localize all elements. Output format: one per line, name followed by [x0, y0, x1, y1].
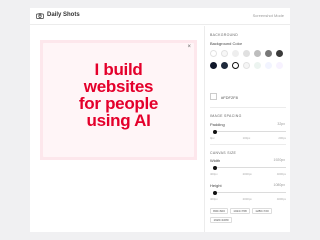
width-value: 1920px — [273, 158, 285, 162]
hex-color-input[interactable]: #FDF2F8 — [221, 95, 238, 100]
canvas-size-section-title: CANVAS SIZE — [210, 151, 237, 155]
height-value: 1080px — [273, 183, 285, 187]
tick-label: 4000px — [276, 172, 286, 176]
preset-1024x768-button[interactable]: 1024×768 — [230, 208, 250, 214]
screenshot-mode-link[interactable]: Screenshot Mode — [253, 13, 284, 18]
headline-line: I build — [94, 60, 143, 79]
background-color-label: Background Color — [210, 41, 243, 46]
settings-panel: BACKGROUND Background Color #FDF2F8 IMAG… — [204, 26, 290, 232]
tick-label: 4000px — [276, 197, 286, 201]
padding-ticks: 0px 100px 200px — [210, 136, 286, 140]
preset-1920x1080-button[interactable]: 1920×1080 — [210, 217, 232, 223]
tick-label: 200px — [278, 136, 286, 140]
headline: I build websites for people using AI — [43, 61, 194, 129]
color-swatch[interactable] — [265, 62, 272, 69]
height-label: Height — [210, 183, 222, 188]
padding-slider-track[interactable] — [215, 131, 286, 132]
app-window: Daily Shots Screenshot Mode × I build we… — [30, 8, 290, 232]
close-icon[interactable]: × — [187, 44, 191, 50]
tick-label: 100px — [242, 136, 251, 140]
color-swatch[interactable] — [210, 62, 217, 69]
app-title: Daily Shots — [47, 12, 80, 18]
preset-800x600-button[interactable]: 800×600 — [210, 208, 228, 214]
headline-line: for people — [78, 94, 159, 113]
color-swatch[interactable] — [232, 50, 239, 57]
top-bar: Daily Shots Screenshot Mode — [30, 8, 290, 25]
tick-label: 0px — [210, 136, 215, 140]
height-slider-thumb[interactable] — [213, 190, 218, 195]
color-swatch[interactable] — [265, 50, 272, 57]
color-swatch[interactable] — [243, 62, 250, 69]
preview-image: × I build websites for people using AI — [43, 43, 194, 157]
color-swatch[interactable] — [210, 50, 217, 57]
tick-label: 400px — [210, 172, 218, 176]
headline-line: websites — [83, 77, 154, 96]
color-swatch[interactable] — [221, 50, 228, 57]
width-label: Width — [210, 158, 221, 163]
width-slider-thumb[interactable] — [213, 165, 218, 170]
tick-label: 400px — [210, 197, 218, 201]
width-slider-track[interactable] — [215, 167, 286, 168]
color-swatch[interactable] — [243, 50, 250, 57]
camera-icon — [36, 13, 44, 19]
background-section-title: BACKGROUND — [210, 33, 239, 37]
headline-line: using AI — [86, 111, 151, 130]
padding-slider-thumb[interactable] — [213, 129, 218, 134]
color-swatch[interactable] — [276, 62, 283, 69]
tick-label: 2000px — [242, 172, 252, 176]
divider — [210, 107, 286, 108]
width-ticks: 400px 2000px 4000px — [210, 172, 286, 176]
preset-1280x720-button[interactable]: 1280×720 — [252, 208, 272, 214]
color-swatch[interactable] — [276, 50, 283, 57]
height-ticks: 400px 2000px 4000px — [210, 197, 286, 201]
color-swatch[interactable] — [232, 62, 239, 69]
divider — [210, 144, 286, 145]
tick-label: 2000px — [242, 197, 252, 201]
color-swatch[interactable] — [254, 50, 261, 57]
color-swatch[interactable] — [221, 62, 228, 69]
padding-label: Padding — [210, 122, 225, 127]
height-slider-track[interactable] — [215, 192, 286, 193]
image-spacing-section-title: IMAGE SPACING — [210, 114, 242, 118]
color-preview-box[interactable] — [210, 93, 217, 100]
preview-background: × I build websites for people using AI — [40, 40, 197, 160]
color-swatch[interactable] — [254, 62, 261, 69]
padding-value: 32px — [277, 122, 285, 126]
canvas-area: × I build websites for people using AI — [30, 26, 204, 232]
